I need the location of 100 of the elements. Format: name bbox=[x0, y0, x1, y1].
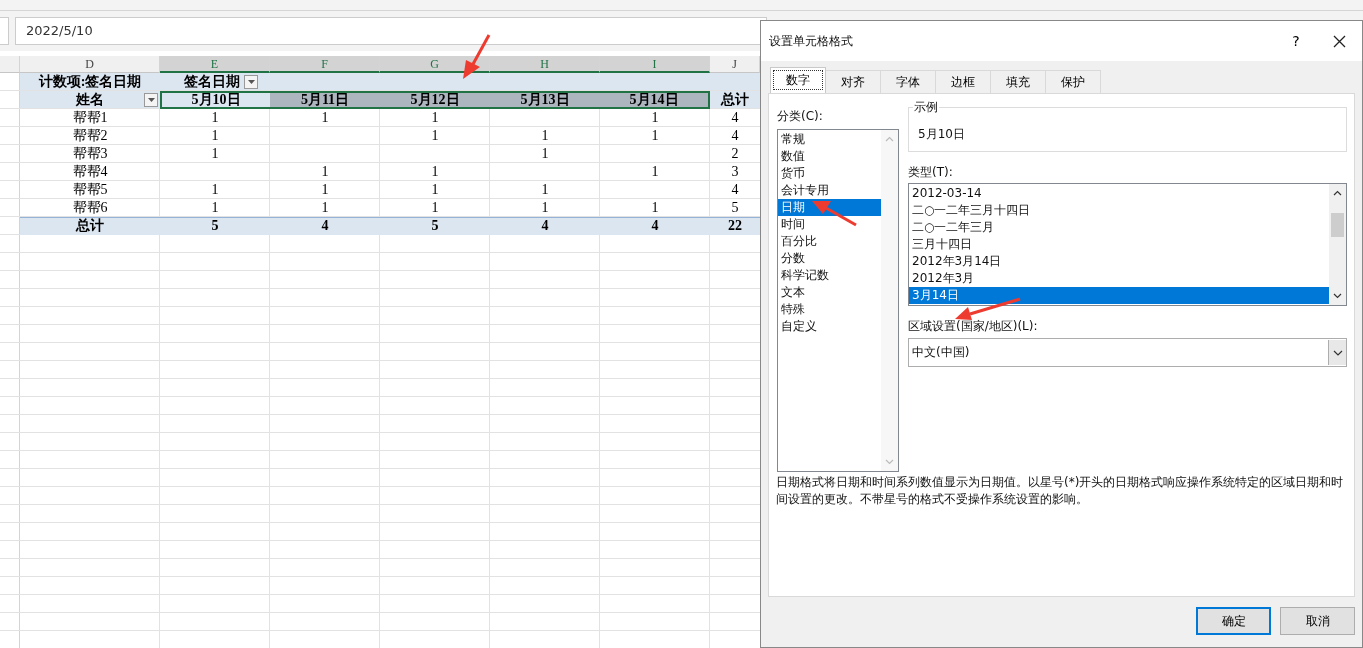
table-cell-text: 帮帮3 bbox=[71, 145, 109, 163]
table-cell-text: 2 bbox=[730, 145, 740, 163]
scrollbar[interactable] bbox=[1329, 184, 1346, 305]
table-cell: 姓名 bbox=[76, 91, 104, 108]
locale-label: 区域设置(国家/地区)(L): bbox=[908, 318, 1039, 335]
type-item[interactable]: 三月十四日 bbox=[909, 236, 1329, 253]
table-cell-text: 帮帮5 bbox=[71, 181, 109, 199]
table-cell-text: 1 bbox=[210, 199, 220, 217]
type-item[interactable]: 2012年3月14日 bbox=[909, 253, 1329, 270]
table-cell-text: 1 bbox=[650, 199, 660, 217]
table-cell[interactable]: 5月10日 bbox=[160, 91, 270, 109]
table-cell-text: 1 bbox=[430, 163, 440, 181]
type-item[interactable]: 2012年3月 bbox=[909, 270, 1329, 287]
table-cell: 签名日期 bbox=[184, 73, 240, 90]
table-cell-text: 1 bbox=[430, 181, 440, 199]
chevron-down-icon[interactable] bbox=[1333, 293, 1342, 299]
category-item[interactable]: 会计专用 bbox=[778, 182, 881, 199]
table-cell-text: 1 bbox=[210, 145, 220, 163]
caret-icon bbox=[147, 98, 155, 102]
table-cell: 5 bbox=[380, 217, 490, 235]
category-item[interactable]: 常规 bbox=[778, 131, 881, 148]
sample-value: 5月10日 bbox=[918, 126, 965, 143]
filter-dropdown[interactable] bbox=[144, 93, 158, 107]
table-cell-text: 1 bbox=[540, 199, 550, 217]
table-cell-text: 1 bbox=[540, 181, 550, 199]
column-header[interactable]: D bbox=[20, 56, 160, 73]
table-cell[interactable]: 5月12日 bbox=[380, 91, 490, 109]
tab[interactable]: 保护 bbox=[1045, 70, 1101, 93]
column-header[interactable]: J bbox=[710, 56, 760, 73]
category-item[interactable]: 时间 bbox=[778, 216, 881, 233]
help-button[interactable]: ? bbox=[1276, 25, 1316, 57]
group-legend: 示例 bbox=[913, 99, 939, 116]
category-item[interactable]: 自定义 bbox=[778, 318, 881, 335]
chevron-down-icon bbox=[1332, 349, 1343, 356]
table-cell-text: 1 bbox=[430, 127, 440, 145]
table-cell-text: 1 bbox=[320, 163, 330, 181]
table-cell: 4 bbox=[600, 217, 710, 235]
column-header[interactable]: I bbox=[600, 56, 710, 73]
formula-field[interactable]: 2022/5/10 bbox=[15, 17, 767, 45]
table-cell: 总计 bbox=[20, 217, 160, 235]
table-cell-text: 1 bbox=[320, 181, 330, 199]
scroll-thumb[interactable] bbox=[1331, 212, 1344, 237]
table-cell: 5 bbox=[160, 217, 270, 235]
category-item[interactable]: 文本 bbox=[778, 284, 881, 301]
table-cell-text: 帮帮1 bbox=[71, 109, 109, 127]
name-box[interactable] bbox=[0, 17, 9, 45]
category-item[interactable]: 数值 bbox=[778, 148, 881, 165]
tab[interactable]: 数字 bbox=[770, 67, 826, 93]
category-label: 分类(C): bbox=[777, 108, 824, 125]
pointer-arrow bbox=[463, 34, 491, 79]
type-item[interactable]: 2012-03-14 bbox=[909, 185, 1329, 202]
type-item[interactable]: 3月14日 bbox=[909, 287, 1329, 304]
category-item[interactable]: 分数 bbox=[778, 250, 881, 267]
table-cell-text: 1 bbox=[650, 163, 660, 181]
table-cell[interactable]: 5月11日 bbox=[270, 91, 380, 109]
ok-button[interactable]: 确定 bbox=[1196, 607, 1271, 635]
category-item[interactable]: 特殊 bbox=[778, 301, 881, 318]
table-cell-text: 帮帮2 bbox=[71, 127, 109, 145]
filter-dropdown[interactable] bbox=[244, 74, 258, 89]
description-text: 日期格式将日期和时间系列数值显示为日期值。以星号(*)开头的日期格式响应操作系统特定的区域日期和时间设置的更改。不带星号的格式不受操作系统设置的影响。 bbox=[776, 474, 1344, 508]
table-cell-text: 1 bbox=[540, 145, 550, 163]
caret-icon bbox=[247, 79, 255, 84]
table-cell: 4 bbox=[490, 217, 600, 235]
table-cell-text: 1 bbox=[650, 127, 660, 145]
type-item[interactable]: 二○一二年三月 bbox=[909, 219, 1329, 236]
table-cell-text: 1 bbox=[540, 127, 550, 145]
type-item[interactable]: 二○一二年三月十四日 bbox=[909, 202, 1329, 219]
table-cell-text: 4 bbox=[730, 181, 740, 199]
table-cell: 计数项:签名日期 bbox=[20, 73, 160, 90]
column-header[interactable]: G bbox=[380, 56, 490, 73]
pointer-arrow bbox=[955, 297, 1021, 320]
table-cell-text: 1 bbox=[320, 109, 330, 127]
table-cell-text: 帮帮6 bbox=[71, 199, 109, 217]
category-item[interactable]: 百分比 bbox=[778, 233, 881, 250]
chevron-up-icon[interactable] bbox=[1333, 190, 1342, 196]
category-item[interactable]: 货币 bbox=[778, 165, 881, 182]
column-header[interactable]: F bbox=[270, 56, 380, 73]
table-cell-text: 1 bbox=[210, 181, 220, 199]
table-cell bbox=[710, 73, 760, 90]
table-cell-text: 1 bbox=[430, 199, 440, 217]
close-icon bbox=[1332, 34, 1346, 48]
column-header[interactable]: E bbox=[160, 56, 270, 73]
table-cell[interactable]: 5月14日 bbox=[600, 91, 710, 109]
category-item[interactable]: 科学记数 bbox=[778, 267, 881, 284]
locale-select[interactable]: 中文(中国) bbox=[908, 338, 1347, 367]
table-cell[interactable]: 5月13日 bbox=[490, 91, 600, 109]
table-cell-text: 1 bbox=[210, 127, 220, 145]
select-all-corner[interactable] bbox=[0, 56, 20, 73]
column-header[interactable]: H bbox=[490, 56, 600, 73]
dialog-title: 设置单元格格式 bbox=[769, 32, 854, 50]
table-cell-text: 4 bbox=[730, 127, 740, 145]
cancel-button[interactable]: 取消 bbox=[1280, 607, 1355, 635]
category-list[interactable]: 常规 数值 货币 会计专用 日期 时间 百分比 分数 科学记数 文本 特殊 自定义 bbox=[777, 129, 899, 472]
type-list[interactable]: 2012-03-14 二○一二年三月十四日 二○一二年三月 三月十四日 2012年3月14日 2012年3月 3月14日 bbox=[908, 183, 1347, 306]
pointer-arrow bbox=[812, 201, 857, 227]
table-cell: 4 bbox=[270, 217, 380, 235]
table-cell: 22 bbox=[710, 217, 760, 235]
table-cell-text: 1 bbox=[650, 109, 660, 127]
table-cell-text: 1 bbox=[320, 199, 330, 217]
table-cell-text: 1 bbox=[430, 109, 440, 127]
